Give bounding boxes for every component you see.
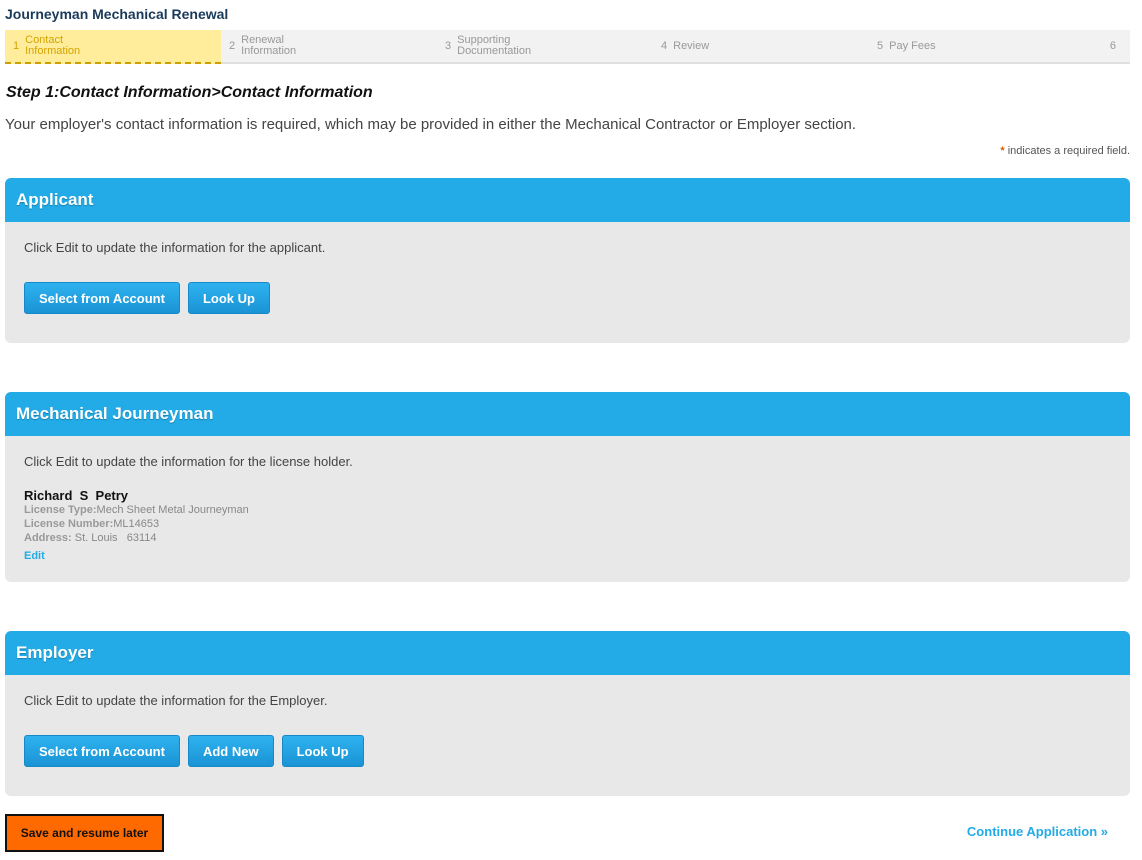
license-number-value: ML14653 xyxy=(113,518,160,530)
journeyman-instruction: Click Edit to update the information for… xyxy=(24,454,353,469)
required-field-note: * indicates a required field. xyxy=(1000,145,1130,157)
step-number: 5 xyxy=(877,40,884,52)
step-number: 1 xyxy=(13,40,20,52)
step-number: 3 xyxy=(445,40,452,52)
license-type-line: License Type:Mech Sheet Metal Journeyman xyxy=(24,503,1111,517)
step-label: Information xyxy=(241,45,297,57)
required-note-text: indicates a required field. xyxy=(1007,145,1130,157)
license-type-label: License Type: xyxy=(24,504,97,516)
step-review[interactable]: 4 Review xyxy=(653,30,869,62)
applicant-instruction: Click Edit to update the information for… xyxy=(24,240,326,255)
step-label: Information xyxy=(25,45,81,57)
required-star: * xyxy=(1000,145,1005,157)
step-section: Contact Information xyxy=(59,84,212,101)
step-heading: Step 1:Contact Information>Contact Infor… xyxy=(6,84,373,102)
employer-panel-title: Employer xyxy=(5,631,1130,675)
step-label: Pay Fees xyxy=(889,39,936,52)
employer-look-up-button[interactable]: Look Up xyxy=(281,735,364,767)
step-separator: > xyxy=(211,84,221,101)
license-holder-name: Richard S Petry xyxy=(24,488,129,503)
applicant-select-from-account-button[interactable]: Select from Account xyxy=(24,282,180,314)
step-number: 2 xyxy=(229,40,236,52)
step-number: 4 xyxy=(661,40,668,52)
step-6[interactable]: 6 xyxy=(1085,30,1130,62)
address-line: Address: St. Louis 63114 xyxy=(24,531,1111,545)
step-number: 6 xyxy=(1109,40,1116,52)
step-label: Documentation xyxy=(457,45,532,57)
employer-add-new-button[interactable]: Add New xyxy=(187,735,274,767)
employer-panel: Employer Click Edit to update the inform… xyxy=(5,631,1130,796)
step-contact-information[interactable]: 1 Contact Information xyxy=(5,30,221,64)
step-progress-bar: 1 Contact Information 2 Renewal Informatio… xyxy=(5,30,1130,64)
save-and-resume-later-button[interactable]: Save and resume later xyxy=(5,814,164,852)
address-label: Address: xyxy=(24,532,72,544)
step-label: Review xyxy=(673,39,710,52)
journeyman-edit-link[interactable]: Edit xyxy=(24,550,45,562)
license-number-line: License Number:ML14653 xyxy=(24,517,1111,531)
step-subsection: Contact Information xyxy=(220,84,373,101)
employer-instruction: Click Edit to update the information for… xyxy=(24,693,328,708)
page-title: Journeyman Mechanical Renewal xyxy=(5,6,229,22)
journeyman-panel-title: Mechanical Journeyman xyxy=(5,392,1130,436)
step-supporting-documentation[interactable]: 3 Supporting Documentation xyxy=(437,30,653,62)
license-number-label: License Number: xyxy=(24,518,114,530)
step-pay-fees[interactable]: 5 Pay Fees xyxy=(869,30,1085,62)
journeyman-panel: Mechanical Journeyman Click Edit to upda… xyxy=(5,392,1130,582)
applicant-look-up-button[interactable]: Look Up xyxy=(187,282,270,314)
step-prefix: Step 1: xyxy=(6,84,60,101)
continue-application-link[interactable]: Continue Application » xyxy=(967,824,1108,839)
license-type-value: Mech Sheet Metal Journeyman xyxy=(96,504,249,516)
address-value: St. Louis 63114 xyxy=(71,532,157,544)
employer-select-from-account-button[interactable]: Select from Account xyxy=(24,735,180,767)
step-renewal-information[interactable]: 2 Renewal Information xyxy=(221,30,437,62)
intro-text: Your employer's contact information is r… xyxy=(5,116,857,133)
applicant-panel-title: Applicant xyxy=(5,178,1130,222)
applicant-panel: Applicant Click Edit to update the infor… xyxy=(5,178,1130,343)
